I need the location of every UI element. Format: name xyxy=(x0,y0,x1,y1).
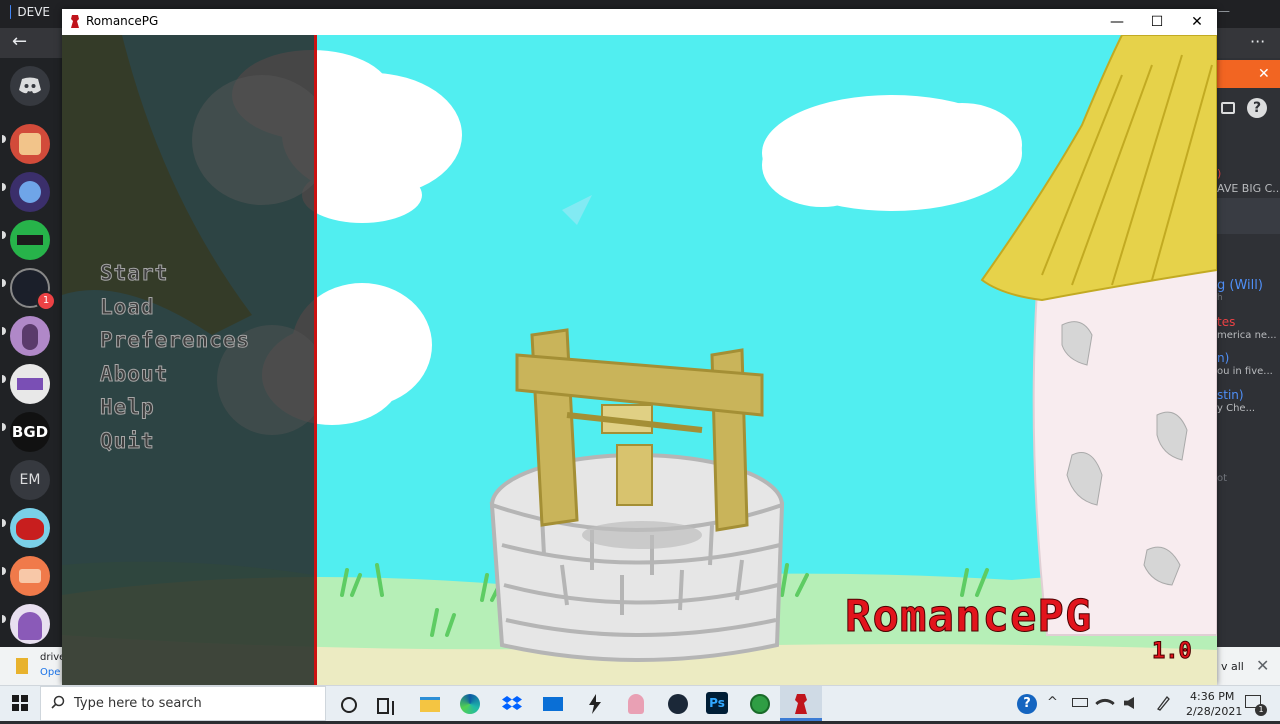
menu-divider xyxy=(314,35,317,685)
search-placeholder: Type here to search xyxy=(74,696,202,711)
clock-date[interactable]: 2/28/2021 xyxy=(1186,705,1242,718)
server-em[interactable]: EM xyxy=(10,460,50,500)
wifi-icon[interactable] xyxy=(1095,693,1115,713)
sidebar-text: AVE BIG C... xyxy=(1217,182,1280,195)
server-avatar[interactable] xyxy=(10,604,50,644)
browser-minimize-icon[interactable]: — xyxy=(1218,4,1230,18)
server-avatar[interactable] xyxy=(10,316,50,356)
unread-indicator xyxy=(2,279,6,287)
cloud xyxy=(762,95,1022,211)
server-avatar[interactable] xyxy=(10,508,50,548)
unread-indicator xyxy=(2,183,6,191)
windows-taskbar: Type here to search Ps ? ^ 4:36 PM 2/28/… xyxy=(0,685,1280,721)
discord-home-icon[interactable] xyxy=(10,66,50,106)
minimize-button[interactable]: — xyxy=(1097,9,1137,35)
volume-icon[interactable] xyxy=(1124,697,1134,709)
sidebar-text: ) xyxy=(1217,167,1222,180)
sidebar-text[interactable]: n) xyxy=(1217,351,1229,365)
download-open-link[interactable]: Ope xyxy=(40,667,60,678)
photoshop-icon[interactable]: Ps xyxy=(706,692,728,714)
help-icon[interactable]: ? xyxy=(1247,98,1267,118)
app-icon xyxy=(71,15,79,28)
browser-window-controls[interactable]: — xyxy=(1218,4,1230,18)
back-button[interactable]: ← xyxy=(12,32,34,52)
menu-preferences[interactable]: Preferences xyxy=(99,328,250,353)
romancepg-icon[interactable] xyxy=(789,692,813,716)
inbox-icon[interactable] xyxy=(1221,102,1235,114)
server-bgd[interactable]: BGD xyxy=(10,412,50,452)
close-button[interactable]: ✕ xyxy=(1177,9,1217,35)
server-avatar[interactable] xyxy=(10,172,50,212)
discord-server-rail: 1 BGD EM xyxy=(0,58,62,685)
menu-start[interactable]: Start xyxy=(99,261,168,286)
unread-indicator xyxy=(2,519,6,527)
browser-tab-title: DEVE xyxy=(17,5,50,19)
unread-indicator xyxy=(2,423,6,431)
maximize-button[interactable]: ☐ xyxy=(1137,9,1177,35)
pen-icon[interactable] xyxy=(1156,695,1170,711)
server-avatar[interactable] xyxy=(10,556,50,596)
server-avatar[interactable] xyxy=(10,364,50,404)
notifications-count: 1 xyxy=(1255,704,1267,716)
sidebar-text[interactable]: tes xyxy=(1217,315,1235,329)
window-title: RomancePG xyxy=(86,14,159,28)
tray-chevron-icon[interactable]: ^ xyxy=(1047,695,1058,710)
sidebar-text: ou in five... xyxy=(1217,366,1273,377)
sidebar-text[interactable]: g (Will) xyxy=(1217,278,1263,293)
unread-indicator xyxy=(2,135,6,143)
game-version: 1.0 xyxy=(1152,639,1193,665)
download-bar-close-icon[interactable]: ✕ xyxy=(1256,656,1269,675)
sidebar-text[interactable]: stin) xyxy=(1217,388,1244,402)
menu-help[interactable]: Help xyxy=(100,395,155,420)
sidebar-text: h xyxy=(1217,293,1223,303)
game-canvas[interactable]: Start Load Preferences About Help Quit R… xyxy=(62,35,1217,685)
unread-indicator xyxy=(2,567,6,575)
taskbar-search[interactable]: Type here to search xyxy=(40,686,326,721)
browser-menu-icon[interactable]: ··· xyxy=(1250,32,1270,52)
banner-close-icon[interactable]: ✕ xyxy=(1258,66,1270,82)
character-icon[interactable] xyxy=(624,692,648,716)
windows-start-icon[interactable] xyxy=(12,695,28,711)
game-logo: RomancePG xyxy=(844,591,1093,643)
docs-icon xyxy=(10,5,12,19)
search-icon xyxy=(51,695,65,709)
well xyxy=(489,328,785,662)
main-menu-panel: Start Load Preferences About Help Quit xyxy=(62,35,314,685)
steam-icon[interactable] xyxy=(666,692,690,716)
unread-indicator xyxy=(2,231,6,239)
green-app-icon[interactable] xyxy=(748,692,772,716)
cortana-icon[interactable] xyxy=(336,692,360,716)
mail-icon[interactable] xyxy=(541,692,565,716)
game-window: RomancePG — ☐ ✕ Start Load Preferences A… xyxy=(62,9,1217,685)
menu-about[interactable]: About xyxy=(99,362,168,387)
browser-tab[interactable]: DEVE xyxy=(10,4,50,20)
menu-quit[interactable]: Quit xyxy=(100,429,155,454)
clock-time[interactable]: 4:36 PM xyxy=(1190,690,1234,703)
notification-badge: 1 xyxy=(36,291,56,311)
file-icon xyxy=(16,658,28,674)
unread-indicator xyxy=(2,615,6,623)
dropbox-icon[interactable] xyxy=(500,692,524,716)
notice-banner xyxy=(1217,60,1280,88)
battery-icon[interactable] xyxy=(1072,698,1088,707)
sidebar-text: merica ne... xyxy=(1217,330,1277,341)
zap-icon[interactable] xyxy=(583,692,607,716)
sidebar-text: y Che... xyxy=(1217,403,1256,414)
menu-panel-shadow-art xyxy=(62,35,314,685)
server-avatar[interactable] xyxy=(10,220,50,260)
server-avatar[interactable] xyxy=(10,124,50,164)
unread-indicator xyxy=(2,327,6,335)
show-all-button[interactable]: v all xyxy=(1221,660,1244,673)
channel-highlight xyxy=(1217,198,1280,234)
tray-help-icon[interactable]: ? xyxy=(1017,694,1037,714)
sidebar-text: ot xyxy=(1217,473,1228,484)
menu-load[interactable]: Load xyxy=(100,295,155,320)
unread-indicator xyxy=(2,375,6,383)
task-view-icon[interactable] xyxy=(374,692,398,716)
window-titlebar[interactable]: RomancePG — ☐ ✕ xyxy=(62,9,1217,36)
file-explorer-icon[interactable] xyxy=(418,692,442,716)
edge-icon[interactable] xyxy=(458,692,482,716)
